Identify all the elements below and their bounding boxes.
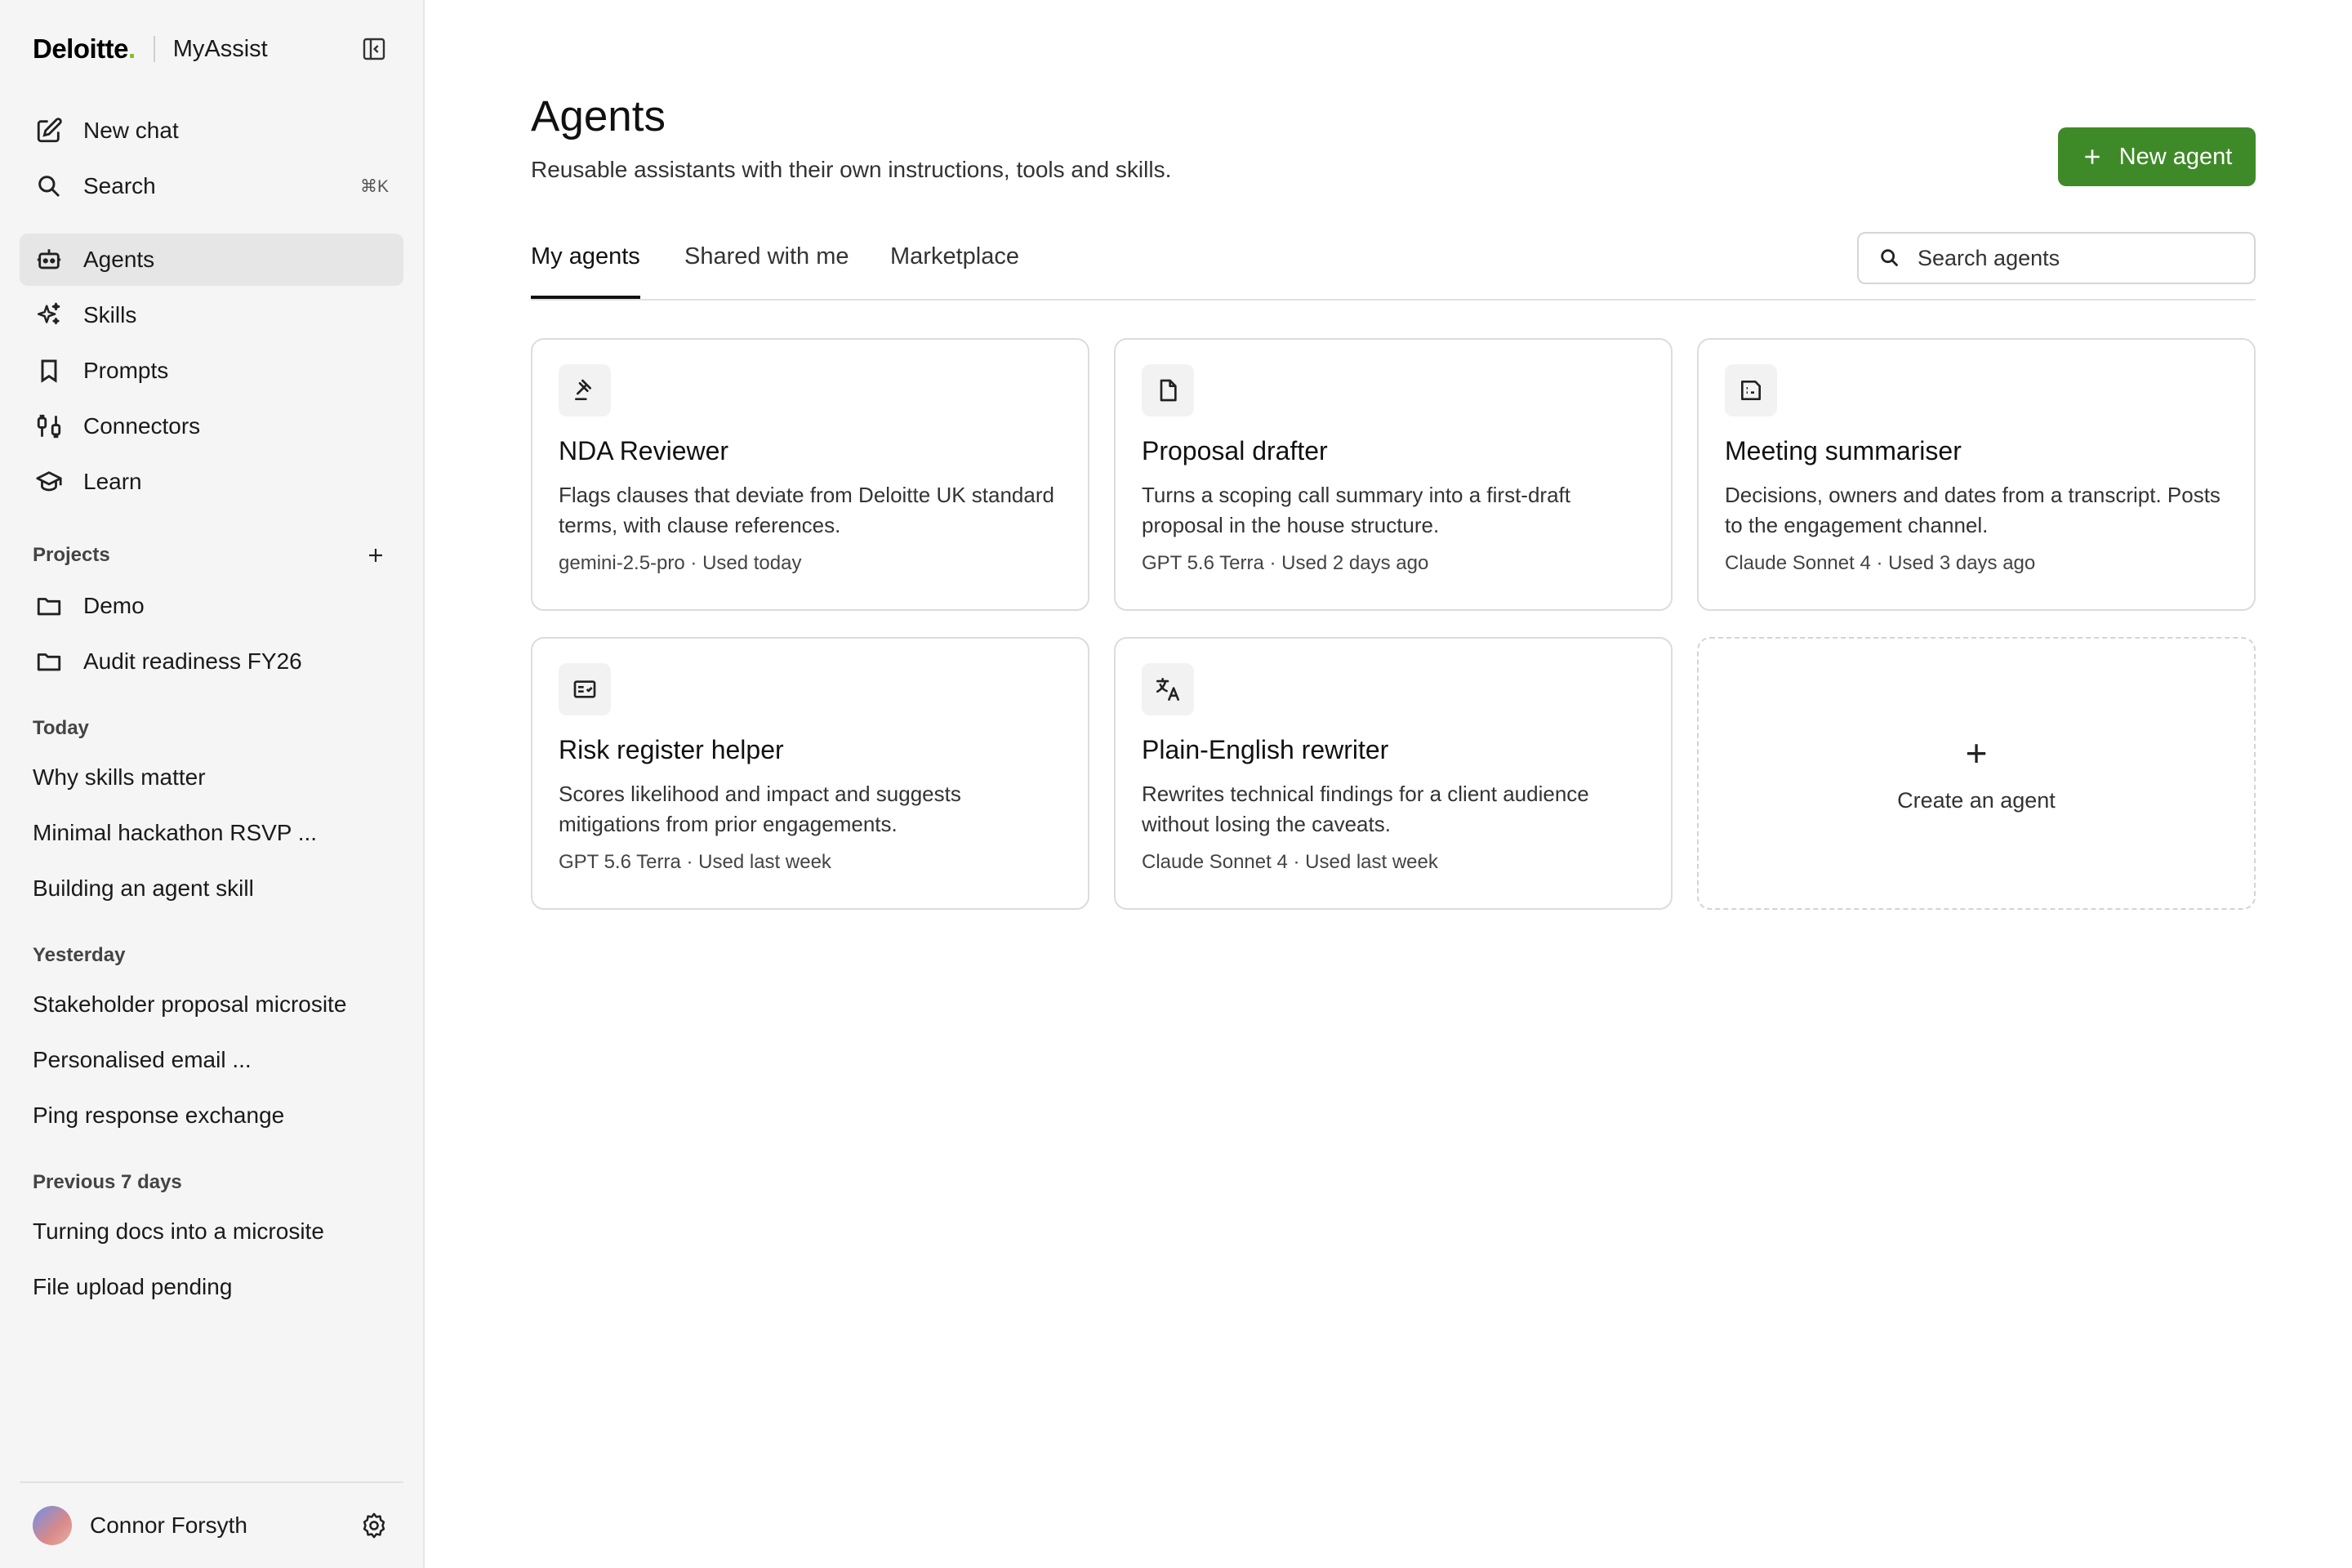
main-content: Agents Reusable assistants with their ow… [425, 0, 2352, 1568]
bookmark-icon [34, 356, 64, 385]
gear-icon[interactable] [358, 1509, 390, 1542]
history-group-previous-7-days: Previous 7 days [33, 1171, 182, 1193]
project-item-demo[interactable]: Demo [20, 580, 403, 632]
history-item[interactable]: Turning docs into a microsite [20, 1205, 403, 1258]
agent-card-meeting-summariser[interactable]: Meeting summariser Decisions, owners and… [1697, 338, 2256, 611]
page-title: Agents [531, 92, 666, 140]
plus-icon: + [1965, 731, 1988, 774]
agent-card-title: Meeting summariser [1725, 436, 1962, 466]
agent-card-title: Plain-English rewriter [1142, 735, 1389, 764]
agent-card-title: Risk register helper [559, 735, 784, 764]
sidebar-item-learn[interactable]: Learn [20, 456, 403, 508]
connector-icon [34, 412, 64, 441]
history-item[interactable]: Why skills matter [20, 751, 403, 804]
sidebar-item-label: Learn [83, 469, 142, 494]
project-label: Audit readiness FY26 [83, 648, 302, 674]
new-agent-button[interactable]: New agent [2058, 127, 2256, 186]
sidebar-item-label: Connectors [83, 413, 201, 439]
collapse-sidebar-icon[interactable] [358, 33, 390, 65]
app: Deloitte. MyAssist New chat Search ⌘K Ag… [0, 0, 2352, 1568]
history-item[interactable]: Personalised email ... [20, 1034, 403, 1086]
agent-icon [34, 245, 64, 274]
history-item[interactable]: Minimal hackathon RSVP ... [20, 807, 403, 859]
sidebar-item-label: Prompts [83, 358, 169, 383]
new-chat-button[interactable]: New chat [20, 105, 403, 157]
checklist-icon [559, 663, 611, 715]
search-label: Search [83, 173, 156, 198]
agent-card-description: Scores likelihood and impact and suggest… [559, 782, 961, 836]
search-icon [1877, 245, 1903, 271]
agent-card-risk-register-helper[interactable]: Risk register helper Scores likelihood a… [531, 637, 1089, 910]
app-name: MyAssist [172, 35, 268, 62]
agent-card-title: Proposal drafter [1142, 436, 1328, 466]
deloitte-logo[interactable]: Deloitte. [33, 33, 136, 65]
agent-card-meta: GPT 5.6 Terra · Used last week [559, 851, 831, 873]
history-group-today: Today [33, 717, 89, 739]
tab-marketplace[interactable]: Marketplace [890, 237, 1019, 299]
create-agent-card[interactable]: + Create an agent [1697, 637, 2256, 910]
agent-grid: NDA Reviewer Flags clauses that deviate … [531, 338, 2256, 910]
agent-card-description: Flags clauses that deviate from Deloitte… [559, 483, 1054, 537]
agent-card-meta: gemini-2.5-pro · Used today [559, 552, 802, 574]
projects-label: Projects [33, 544, 110, 566]
sidebar-item-label: Agents [83, 247, 155, 272]
sidebar-item-prompts[interactable]: Prompts [20, 345, 403, 397]
avatar[interactable] [33, 1506, 72, 1545]
edit-icon [34, 116, 64, 145]
project-item-audit-readiness[interactable]: Audit readiness FY26 [20, 635, 403, 688]
projects-header: Projects [20, 539, 403, 572]
agent-card-description: Decisions, owners and dates from a trans… [1725, 483, 2221, 537]
page-subtitle: Reusable assistants with their own instr… [531, 157, 1172, 182]
graduation-cap-icon [34, 467, 64, 497]
folder-icon [34, 647, 64, 676]
user-name: Connor Forsyth [90, 1512, 247, 1538]
history-item[interactable]: Building an agent skill [20, 862, 403, 915]
agent-card-meta: Claude Sonnet 4 · Used last week [1142, 851, 1438, 873]
folder-icon [34, 591, 64, 621]
user-profile[interactable]: Connor Forsyth [20, 1481, 403, 1568]
sidebar: Deloitte. MyAssist New chat Search ⌘K Ag… [0, 0, 425, 1568]
agent-card-meta: Claude Sonnet 4 · Used 3 days ago [1725, 552, 2036, 574]
plus-icon [2082, 146, 2103, 167]
sidebar-item-connectors[interactable]: Connectors [20, 400, 403, 452]
agent-card-nda-reviewer[interactable]: NDA Reviewer Flags clauses that deviate … [531, 338, 1089, 611]
agent-card-description: Rewrites technical findings for a client… [1142, 782, 1589, 836]
agent-card-plain-english-rewriter[interactable]: Plain-English rewriter Rewrites technica… [1114, 637, 1673, 910]
sparkle-icon [34, 301, 64, 330]
agent-card-title: NDA Reviewer [559, 436, 729, 466]
new-agent-label: New agent [2118, 143, 2233, 170]
agent-card-proposal-drafter[interactable]: Proposal drafter Turns a scoping call su… [1114, 338, 1673, 611]
sidebar-item-skills[interactable]: Skills [20, 289, 403, 341]
history-item[interactable]: Stakeholder proposal microsite [20, 978, 403, 1031]
search-agents-input[interactable] [1916, 244, 2230, 272]
agent-card-description: Turns a scoping call summary into a firs… [1142, 483, 1570, 537]
sidebar-item-agents[interactable]: Agents [20, 234, 403, 286]
search-icon [34, 172, 64, 201]
search-agents-box[interactable] [1857, 232, 2256, 284]
add-project-icon[interactable] [361, 541, 390, 570]
create-agent-label: Create an agent [1897, 787, 2056, 813]
sidebar-item-label: Skills [83, 302, 137, 327]
brand-bar: Deloitte. MyAssist [20, 0, 403, 98]
document-icon [1142, 364, 1194, 416]
translate-icon [1142, 663, 1194, 715]
history-item[interactable]: Ping response exchange [20, 1089, 403, 1142]
brand-divider [153, 36, 155, 62]
tab-shared-with-me[interactable]: Shared with me [684, 237, 849, 299]
history-item[interactable]: File upload pending [20, 1261, 403, 1313]
notes-icon [1725, 364, 1777, 416]
search-button[interactable]: Search ⌘K [20, 160, 403, 212]
new-chat-label: New chat [83, 118, 179, 143]
agent-card-meta: GPT 5.6 Terra · Used 2 days ago [1142, 552, 1429, 574]
search-shortcut: ⌘K [359, 176, 389, 196]
history-group-yesterday: Yesterday [33, 944, 126, 966]
project-label: Demo [83, 593, 145, 618]
tab-my-agents[interactable]: My agents [531, 237, 640, 299]
gavel-icon [559, 364, 611, 416]
